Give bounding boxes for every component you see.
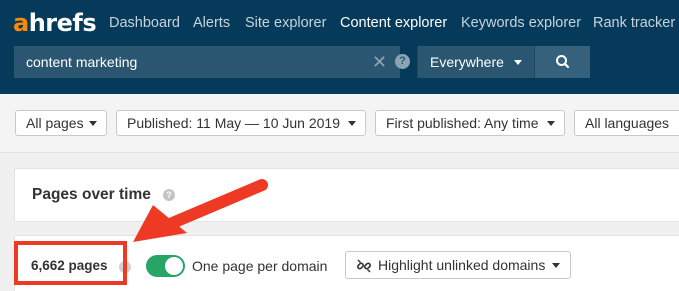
annotation-arrow-icon (133, 179, 268, 242)
